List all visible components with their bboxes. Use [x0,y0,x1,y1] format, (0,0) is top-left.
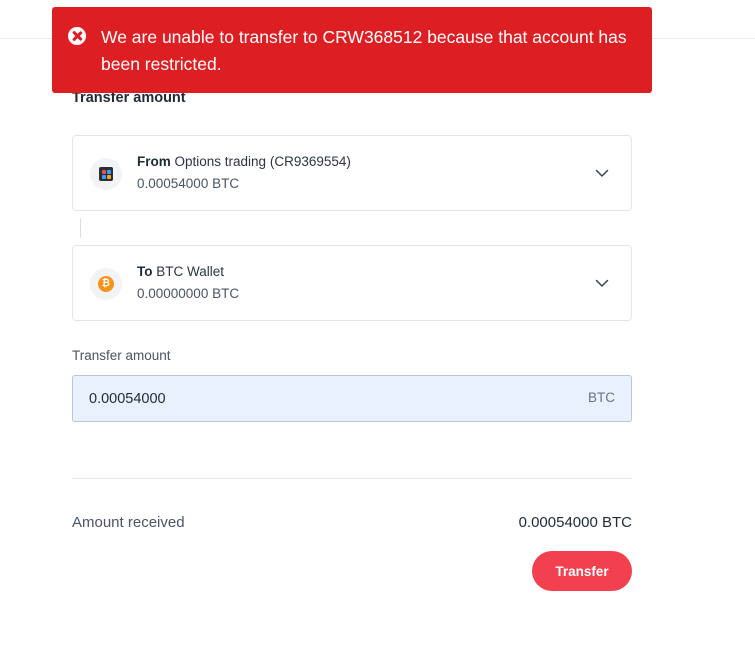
error-circle-icon [68,27,86,45]
from-account-balance: 0.00054000 BTC [137,176,240,191]
transfer-amount-label: Transfer amount [72,348,171,363]
from-account-select[interactable]: From Options trading (CR9369554) 0.00054… [72,135,632,211]
from-account-label: From Options trading (CR9369554) [137,154,351,169]
from-direction-label: From [137,154,171,169]
to-account-select[interactable]: ₿ To BTC Wallet 0.00000000 BTC [72,245,632,321]
to-account-avatar: ₿ [90,268,122,300]
to-direction-label: To [137,264,153,279]
from-account-name: Options trading (CR9369554) [174,154,351,169]
from-account-avatar [90,158,122,190]
account-connector [80,218,81,238]
summary-divider [72,478,632,479]
transfer-button[interactable]: Transfer [532,551,632,591]
chevron-down-icon[interactable] [595,276,609,290]
options-trading-icon [99,167,113,181]
transfer-amount-input[interactable] [89,376,549,421]
to-account-label: To BTC Wallet [137,264,224,279]
chevron-down-icon[interactable] [595,166,609,180]
transfer-page: We are unable to transfer to CRW368512 b… [0,0,755,655]
amount-received-label: Amount received [72,514,185,531]
transfer-amount-field: BTC [72,375,632,422]
to-account-balance: 0.00000000 BTC [137,286,240,301]
amount-received-value: 0.00054000 BTC [518,514,632,531]
error-toast: We are unable to transfer to CRW368512 b… [52,7,652,93]
error-message: We are unable to transfer to CRW368512 b… [101,27,627,74]
bitcoin-icon: ₿ [98,276,114,292]
to-account-name: BTC Wallet [156,264,225,279]
amount-unit-label: BTC [588,390,615,405]
